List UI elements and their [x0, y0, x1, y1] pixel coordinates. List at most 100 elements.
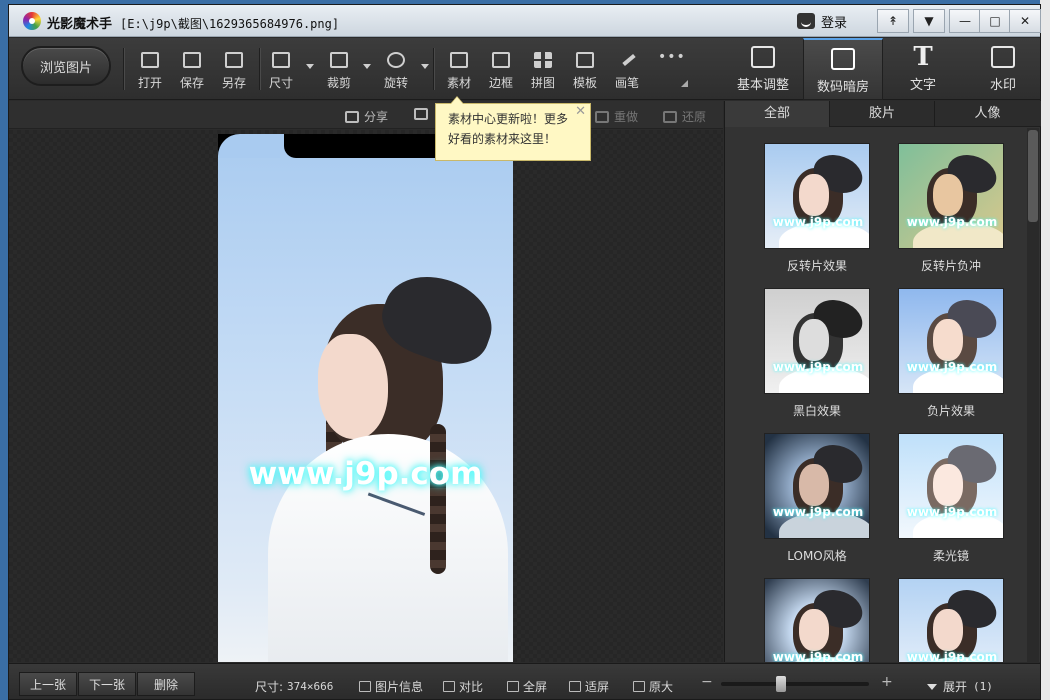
resize-dropdown-icon[interactable] [306, 64, 314, 69]
zoom-out-button[interactable]: − [701, 674, 713, 690]
compare-button[interactable]: 对比 [443, 678, 483, 695]
main-toolbar: 浏览图片 打开 保存 另存 尺寸 裁剪 旋转 素材 边框 拼图 模板 画笔 ••… [9, 38, 1040, 100]
zoom-in-button[interactable]: + [881, 674, 893, 690]
maximize-button[interactable]: □ [979, 9, 1011, 33]
effect-thumbnail: www.j9p.com [898, 288, 1004, 394]
share-label: 分享 [364, 110, 389, 124]
export-button[interactable] [414, 108, 428, 120]
material-label: 素材 [446, 76, 471, 90]
save-label: 保存 [179, 76, 204, 90]
skin-button[interactable]: ↟ [877, 9, 909, 33]
status-bar: 上一张 下一张 删除 尺寸: 374×666 图片信息 对比 全屏 适屏 原大 −… [9, 663, 1040, 699]
expand-count: (1) [973, 680, 993, 693]
brush-label: 画笔 [614, 76, 639, 90]
open-button[interactable]: 打开 [130, 50, 170, 96]
image-info-label: 图片信息 [375, 680, 424, 694]
collage-label: 拼图 [530, 76, 555, 90]
border-button[interactable]: 边框 [481, 50, 521, 96]
maximize-icon: □ [989, 14, 1001, 28]
fit-screen-label: 适屏 [585, 680, 610, 694]
template-icon [576, 52, 594, 68]
crop-button[interactable]: 裁剪 [319, 50, 359, 96]
basic-adjust-icon [751, 46, 775, 68]
effect-item[interactable]: www.j9p.com 反转片效果 [763, 143, 871, 274]
tab-text[interactable]: T 文字 [883, 38, 963, 100]
rotate-button[interactable]: 旋转 [376, 50, 416, 96]
redo-button[interactable]: 重做 [595, 108, 638, 125]
effect-item[interactable]: www.j9p.com 柔光镜 [897, 433, 1005, 564]
scroll-thumb[interactable] [1028, 130, 1038, 222]
undo-button[interactable]: 还原 [663, 108, 706, 125]
save-icon [183, 52, 201, 68]
resize-button[interactable]: 尺寸 [261, 50, 301, 96]
brush-button[interactable]: 画笔 [607, 50, 647, 96]
share-button[interactable]: 分享 [345, 108, 388, 125]
tab-darkroom[interactable]: 数码暗房 [803, 38, 883, 100]
effect-thumbnail: www.j9p.com [764, 578, 870, 662]
material-button[interactable]: 素材 [439, 50, 479, 96]
app-logo-icon [23, 12, 41, 30]
title-bar: 光影魔术手 [E:\j9p\截图\1629365684976.png] 登录 ↟ … [9, 5, 1041, 37]
zoom-slider[interactable] [721, 676, 869, 692]
delete-button[interactable]: 删除 [137, 672, 195, 696]
tab-basic-adjust[interactable]: 基本调整 [723, 38, 803, 100]
expand-toolbar-icon[interactable] [681, 80, 688, 87]
fullscreen-button[interactable]: 全屏 [507, 678, 547, 695]
collage-icon [534, 52, 552, 68]
effect-item[interactable]: www.j9p.com [897, 578, 1005, 662]
effect-item[interactable]: www.j9p.com 负片效果 [897, 288, 1005, 419]
tab-portrait[interactable]: 人像 [935, 101, 1040, 127]
action-bar: 分享 重做 还原 [9, 101, 723, 129]
watermark-icon [991, 46, 1015, 68]
undo-icon [663, 110, 677, 123]
tab-film[interactable]: 胶片 [830, 101, 935, 127]
close-icon: ✕ [1019, 14, 1031, 28]
prev-image-button[interactable]: 上一张 [19, 672, 77, 696]
expand-label: 展开 [943, 680, 968, 694]
effect-item[interactable]: www.j9p.com [763, 578, 871, 662]
desktop: 光影魔术手 [E:\j9p\截图\1629365684976.png] 登录 ↟ … [0, 0, 1050, 700]
text-icon: T [913, 42, 933, 72]
minimize-button[interactable]: — [949, 9, 981, 33]
open-icon [141, 52, 159, 68]
next-image-button[interactable]: 下一张 [78, 672, 136, 696]
template-button[interactable]: 模板 [565, 50, 605, 96]
effect-item[interactable]: www.j9p.com 黑白效果 [763, 288, 871, 419]
image-info-button[interactable]: 图片信息 [359, 678, 423, 695]
compare-label: 对比 [459, 680, 484, 694]
image-canvas[interactable]: www.j9p.com [9, 130, 723, 662]
login-button[interactable]: 登录 [797, 10, 847, 32]
save-button[interactable]: 保存 [172, 50, 212, 96]
close-button[interactable]: ✕ [1009, 9, 1041, 33]
original-size-button[interactable]: 原大 [633, 678, 673, 695]
fit-screen-button[interactable]: 适屏 [569, 678, 609, 695]
user-face-icon [797, 13, 815, 29]
effects-scrollbar[interactable] [1027, 128, 1039, 662]
rotate-icon [387, 52, 405, 68]
crop-label: 裁剪 [326, 76, 351, 90]
effect-name: 柔光镜 [932, 549, 969, 563]
effect-name: 反转片效果 [786, 259, 847, 273]
edited-photo[interactable]: www.j9p.com [218, 134, 513, 662]
more-tools-button[interactable]: ••• [647, 50, 687, 96]
menu-button[interactable]: ▼ [913, 9, 945, 33]
effect-item[interactable]: www.j9p.com 反转片负冲 [897, 143, 1005, 274]
compare-icon [443, 681, 455, 692]
rotate-dropdown-icon[interactable] [421, 64, 429, 69]
tab-all[interactable]: 全部 [725, 101, 830, 127]
photo-face [318, 334, 388, 439]
save-as-button[interactable]: 另存 [214, 50, 254, 96]
browse-images-button[interactable]: 浏览图片 [21, 46, 111, 86]
crop-dropdown-icon[interactable] [363, 64, 371, 69]
effect-item[interactable]: www.j9p.com LOMO风格 [763, 433, 871, 564]
skin-icon: ↟ [887, 14, 899, 28]
resize-label: 尺寸 [268, 76, 293, 90]
collage-button[interactable]: 拼图 [523, 50, 563, 96]
effect-thumbnail: www.j9p.com [764, 288, 870, 394]
tooltip-close-icon[interactable]: ✕ [575, 102, 586, 122]
tab-watermark[interactable]: 水印 [963, 38, 1043, 100]
expand-button[interactable]: 展开 (1) [927, 678, 993, 695]
tab-watermark-label: 水印 [989, 78, 1016, 93]
image-size: 尺寸: 374×666 [255, 678, 333, 695]
zoom-slider-knob[interactable] [776, 676, 786, 692]
